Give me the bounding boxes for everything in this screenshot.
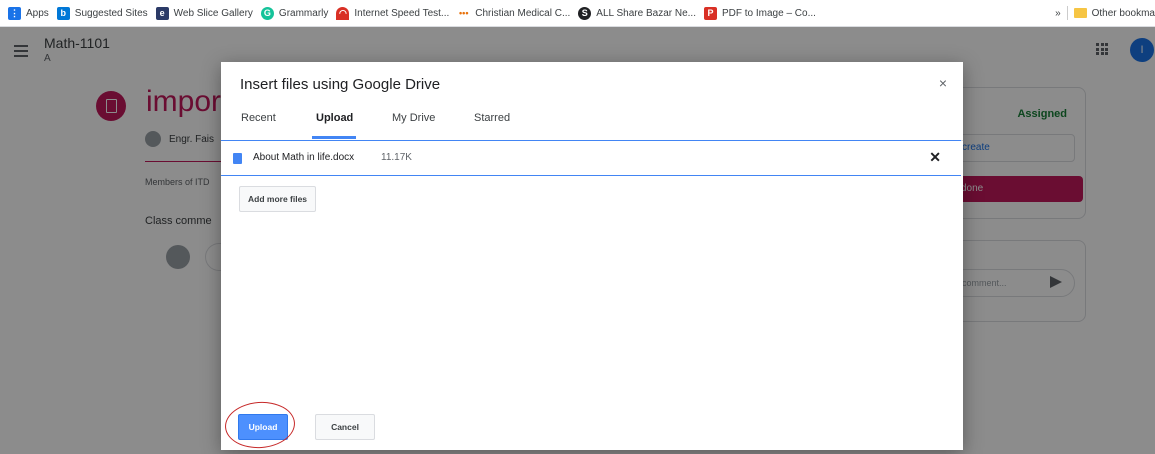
bing-icon: b [56, 6, 70, 20]
file-name: About Math in life.docx [253, 152, 355, 163]
tab-recent[interactable]: Recent [241, 112, 276, 124]
tab-starred[interactable]: Starred [474, 112, 510, 124]
annotation-circle [223, 399, 297, 451]
divider [1066, 6, 1068, 20]
folder-icon [1073, 8, 1087, 18]
document-icon [233, 153, 242, 164]
bookmark-label: ALL Share Bazar Ne... [596, 7, 696, 19]
dots-icon: ••• [457, 6, 471, 20]
active-tab-indicator [312, 136, 356, 139]
bookmark-apps[interactable]: ⋮ Apps [8, 6, 49, 20]
bookmark-label: Christian Medical C... [475, 7, 571, 19]
bookmark-label: Apps [26, 7, 49, 19]
remove-file-icon[interactable]: ✕ [929, 149, 941, 166]
upload-file-row: About Math in life.docx 11.17K ✕ [221, 140, 961, 176]
bookmark-pdf-to-image[interactable]: P PDF to Image – Co... [703, 6, 816, 20]
close-icon[interactable]: × [939, 75, 947, 91]
file-size: 11.17K [381, 152, 412, 163]
share-icon: S [578, 6, 592, 20]
bookmark-christian-medical[interactable]: ••• Christian Medical C... [457, 6, 571, 20]
dialog-title: Insert files using Google Drive [240, 76, 441, 93]
other-bookmarks[interactable]: Other bookma [1092, 8, 1155, 19]
tab-my-drive[interactable]: My Drive [392, 112, 435, 124]
cancel-button[interactable]: Cancel [315, 414, 375, 440]
bookmark-label: Web Slice Gallery [173, 7, 253, 19]
bookmark-label: Suggested Sites [74, 7, 148, 19]
bookmark-grammarly[interactable]: G Grammarly [260, 6, 329, 20]
bookmark-suggested-sites[interactable]: b Suggested Sites [56, 6, 148, 20]
pdf-icon: P [703, 6, 717, 20]
bookmark-label: Internet Speed Test... [354, 7, 450, 19]
grammarly-icon: G [260, 6, 274, 20]
bookmark-speed-test[interactable]: ◠ Internet Speed Test... [336, 6, 450, 20]
web-slice-icon: e [155, 6, 169, 20]
drive-picker-dialog: Insert files using Google Drive × Recent… [221, 62, 963, 451]
picker-tabs: Recent Upload My Drive Starred [221, 102, 963, 141]
bookmarks-bar: ⋮ Apps b Suggested Sites e Web Slice Gal… [0, 0, 1155, 27]
bookmark-web-slice-gallery[interactable]: e Web Slice Gallery [155, 6, 253, 20]
bookmark-label: PDF to Image – Co... [721, 7, 816, 19]
bookmarks-overflow-button[interactable]: » [1055, 8, 1061, 19]
speed-icon: ◠ [336, 6, 350, 20]
dialog-footer: Upload Cancel [221, 399, 963, 451]
bookmark-label: Grammarly [278, 7, 329, 19]
add-more-files-button[interactable]: Add more files [239, 186, 317, 212]
apps-grid-icon: ⋮ [8, 6, 21, 20]
tab-upload[interactable]: Upload [316, 112, 353, 124]
bookmark-share-bazar[interactable]: S ALL Share Bazar Ne... [578, 6, 696, 20]
